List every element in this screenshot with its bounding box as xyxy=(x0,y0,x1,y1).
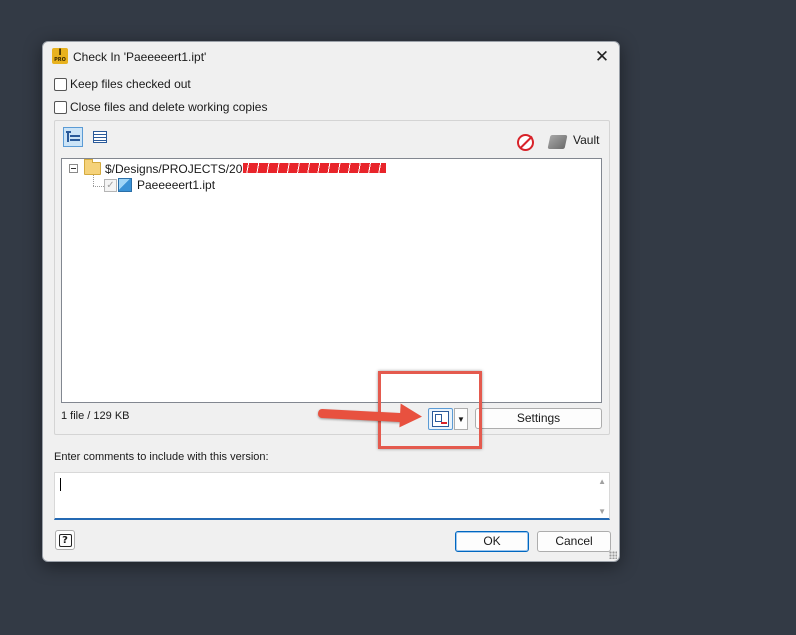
inventor-app-icon: I PRO xyxy=(52,48,68,64)
keep-checked-out-option[interactable]: Keep files checked out xyxy=(54,76,191,92)
check-in-dialog: I PRO Check In 'Paeeeeert1.ipt' ✕ Keep fi… xyxy=(42,41,620,562)
resize-grip[interactable] xyxy=(609,551,617,559)
file-include-checkbox[interactable]: ✓ xyxy=(104,179,117,192)
tree-view-button[interactable] xyxy=(63,127,83,147)
title-bar[interactable]: I PRO Check In 'Paeeeeert1.ipt' ✕ xyxy=(43,42,619,72)
grid-view-icon xyxy=(93,131,107,143)
dialog-title: Check In 'Paeeeeert1.ipt' xyxy=(73,50,207,64)
redaction-mark xyxy=(243,163,386,173)
settings-button[interactable]: Settings xyxy=(475,408,602,429)
folder-icon xyxy=(84,159,101,175)
grid-view-button[interactable] xyxy=(90,127,110,147)
tree-view-icon xyxy=(66,130,80,144)
vault-icon[interactable] xyxy=(547,135,568,149)
annotation-highlight-box xyxy=(378,371,482,449)
close-files-label: Close files and delete working copies xyxy=(70,100,268,114)
tree-connector xyxy=(93,175,94,186)
tree-connector xyxy=(93,186,104,187)
collapse-toggle-icon[interactable] xyxy=(69,164,78,173)
keep-checked-out-label: Keep files checked out xyxy=(70,77,191,91)
part-file-icon xyxy=(118,178,132,192)
ok-button[interactable]: OK xyxy=(455,531,529,552)
file-count-label: 1 file / 129 KB xyxy=(61,410,130,422)
files-group: Vault $/Designs/PROJECTS/2023/23 ✓ Paeee… xyxy=(54,120,610,435)
annotation-arrow-head xyxy=(399,403,423,429)
keep-checked-out-checkbox[interactable] xyxy=(54,77,67,91)
close-files-option[interactable]: Close files and delete working copies xyxy=(54,99,267,115)
vault-label[interactable]: Vault xyxy=(573,133,599,147)
help-button[interactable]: ? xyxy=(55,530,75,550)
file-tree[interactable]: $/Designs/PROJECTS/2023/23 ✓ Paeeeeert1.… xyxy=(61,158,602,403)
scroll-up-icon[interactable]: ▲ xyxy=(598,477,606,486)
help-icon: ? xyxy=(58,533,72,547)
comments-label: Enter comments to include with this vers… xyxy=(54,451,269,463)
comments-input[interactable]: ▲ ▼ xyxy=(54,472,610,520)
close-files-checkbox[interactable] xyxy=(54,100,67,114)
text-caret xyxy=(60,478,61,491)
close-button[interactable]: ✕ xyxy=(591,46,613,68)
cancel-button[interactable]: Cancel xyxy=(537,531,611,552)
scroll-down-icon[interactable]: ▼ xyxy=(598,507,606,516)
offline-icon[interactable] xyxy=(517,134,534,151)
file-name-label[interactable]: Paeeeeert1.ipt xyxy=(137,178,215,192)
